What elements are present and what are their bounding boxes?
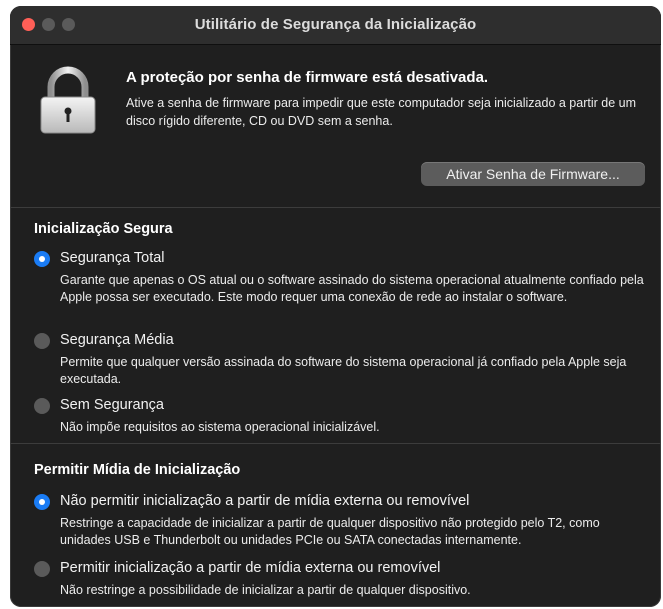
boot-media-section: Permitir Mídia de Inicialização Não perm… — [10, 444, 661, 607]
app-window: Utilitário de Segurança da Inicialização… — [10, 6, 661, 607]
allow-external-boot-label[interactable]: Permitir inicialização a partir de mídia… — [60, 560, 440, 576]
allow-external-boot-description: Não restringe a possibilidade de inicial… — [60, 583, 471, 597]
disallow-external-boot-description: Restringe a capacidade de inicializar a … — [60, 516, 600, 547]
no-security-label[interactable]: Sem Segurança — [60, 397, 164, 413]
secure-boot-section: Inicialização Segura Segurança Total Gar… — [10, 208, 661, 443]
title-bar[interactable]: Utilitário de Segurança da Inicialização — [10, 6, 661, 45]
medium-security-label[interactable]: Segurança Média — [60, 332, 174, 348]
medium-security-radio[interactable] — [34, 333, 50, 349]
enable-firmware-password-button[interactable]: Ativar Senha de Firmware... — [421, 162, 645, 186]
full-security-radio[interactable] — [34, 251, 50, 267]
secure-boot-heading: Inicialização Segura — [34, 221, 173, 237]
allow-external-boot-radio[interactable] — [34, 561, 50, 577]
boot-media-heading: Permitir Mídia de Inicialização — [34, 462, 241, 478]
firmware-description: Ative a senha de firmware para impedir q… — [126, 96, 636, 128]
firmware-password-section: A proteção por senha de firmware está de… — [10, 45, 661, 207]
firmware-status-title: A proteção por senha de firmware está de… — [126, 69, 489, 86]
disallow-external-boot-label[interactable]: Não permitir inicialização a partir de m… — [60, 493, 469, 509]
window-title: Utilitário de Segurança da Inicialização — [194, 16, 477, 33]
full-security-description: Garante que apenas o OS atual ou o softw… — [60, 273, 644, 304]
no-security-radio[interactable] — [34, 398, 50, 414]
disallow-external-boot-radio[interactable] — [34, 494, 50, 510]
padlock-icon — [40, 66, 96, 134]
no-security-description: Não impõe requisitos ao sistema operacio… — [60, 420, 380, 434]
full-security-label[interactable]: Segurança Total — [60, 250, 165, 266]
medium-security-description: Permite que qualquer versão assinada do … — [60, 355, 627, 386]
